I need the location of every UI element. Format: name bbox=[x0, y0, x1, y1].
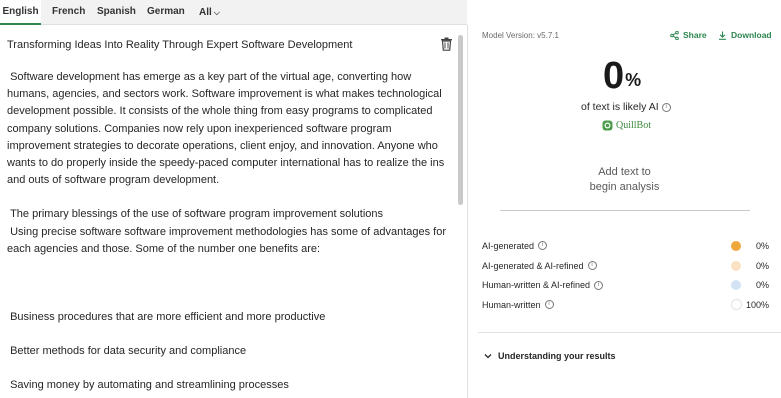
info-icon[interactable]: i bbox=[594, 280, 604, 290]
paragraph-intro: Software development has emerge as a key… bbox=[7, 71, 448, 187]
breakdown-row-human-written-ai-refined: Human-written & AI-refined i 0% bbox=[482, 275, 769, 295]
tab-english[interactable]: English bbox=[0, 0, 41, 25]
legend-dot bbox=[731, 260, 741, 271]
trash-icon[interactable] bbox=[440, 37, 453, 51]
breakdown-label: AI-generated bbox=[482, 240, 535, 251]
benefit-item-3: Saving money by automating and streamlin… bbox=[7, 379, 289, 392]
breakdown-percent: 0% bbox=[755, 260, 769, 271]
breakdown-percent: 0% bbox=[755, 280, 769, 291]
empty-state-line-1: Add text to bbox=[598, 166, 651, 178]
tab-german[interactable]: German bbox=[147, 0, 185, 24]
breakdown-row-ai-generated-ai-refined: AI-generated & AI-refined i 0% bbox=[482, 256, 769, 276]
divider bbox=[500, 210, 750, 211]
quillbot-logo: QuillBot bbox=[602, 120, 651, 131]
benefit-item-1: Business procedures that are more effici… bbox=[7, 311, 326, 324]
share-icon bbox=[670, 30, 679, 40]
ai-score-unit: % bbox=[625, 70, 642, 90]
legend-dot bbox=[731, 299, 742, 311]
benefit-item-2: Better methods for data security and com… bbox=[7, 345, 247, 358]
chevron-down-icon: ⌵ bbox=[213, 7, 220, 17]
download-button[interactable]: Download bbox=[718, 30, 772, 40]
likely-ai-label: of text is likely AI bbox=[581, 101, 659, 113]
info-icon[interactable]: i bbox=[661, 102, 671, 112]
results-panel: Model Version: v5.7.1 Share Download 0% … bbox=[468, 0, 781, 398]
likely-ai-caption: of text is likely AI i bbox=[581, 101, 671, 113]
info-icon[interactable]: i bbox=[538, 241, 548, 251]
breakdown-label: Human-written & AI-refined bbox=[482, 280, 591, 291]
brand-name: QuillBot bbox=[616, 120, 652, 131]
breakdown-label: AI-generated & AI-refined bbox=[482, 260, 584, 271]
text-editor[interactable]: Transforming Ideas Into Reality Through … bbox=[0, 25, 468, 398]
breakdown-row-human-written: Human-written i 100% bbox=[482, 295, 769, 315]
understanding-results-toggle[interactable]: Understanding your results bbox=[484, 351, 616, 361]
info-icon[interactable]: i bbox=[544, 300, 554, 310]
understanding-label: Understanding your results bbox=[498, 351, 616, 361]
language-tab-bar: English French Spanish German All ⌵ bbox=[0, 0, 467, 25]
empty-state-message: Add text to begin analysis bbox=[568, 165, 681, 195]
paragraph-heading: The primary blessings of the use of soft… bbox=[7, 208, 384, 221]
empty-state-line-2: begin analysis bbox=[589, 181, 660, 193]
tab-spanish[interactable]: Spanish bbox=[97, 0, 136, 24]
editor-scrollbar[interactable] bbox=[458, 35, 463, 205]
breakdown-percent: 100% bbox=[745, 299, 769, 310]
editor-content[interactable]: Software development has emerge as a key… bbox=[7, 69, 447, 395]
chevron-down-icon bbox=[484, 354, 492, 359]
breakdown-percent: 0% bbox=[755, 240, 769, 251]
share-button[interactable]: Share bbox=[670, 30, 707, 40]
legend-dot bbox=[731, 240, 741, 251]
paragraph-benefits: Using precise software software improvem… bbox=[7, 225, 450, 255]
divider bbox=[478, 332, 781, 333]
document-title: Transforming Ideas Into Reality Through … bbox=[7, 39, 353, 51]
tab-french[interactable]: French bbox=[52, 0, 85, 24]
download-icon bbox=[719, 31, 726, 40]
tab-all-dropdown[interactable]: All ⌵ bbox=[199, 0, 220, 24]
ai-score-value: 0 bbox=[603, 55, 625, 97]
breakdown-label: Human-written bbox=[482, 299, 541, 310]
tab-all-label: All bbox=[199, 6, 212, 18]
ai-score: 0% bbox=[603, 56, 641, 96]
model-version: Model Version: v5.7.1 bbox=[482, 31, 559, 40]
info-icon[interactable]: i bbox=[587, 261, 597, 271]
quillbot-logo-icon bbox=[602, 120, 613, 131]
breakdown-list: AI-generated i 0% AI-generated & AI-refin… bbox=[482, 236, 769, 315]
download-label: Download bbox=[731, 30, 772, 40]
breakdown-row-ai-generated: AI-generated i 0% bbox=[482, 236, 769, 256]
legend-dot bbox=[731, 280, 741, 291]
share-label: Share bbox=[683, 30, 707, 40]
